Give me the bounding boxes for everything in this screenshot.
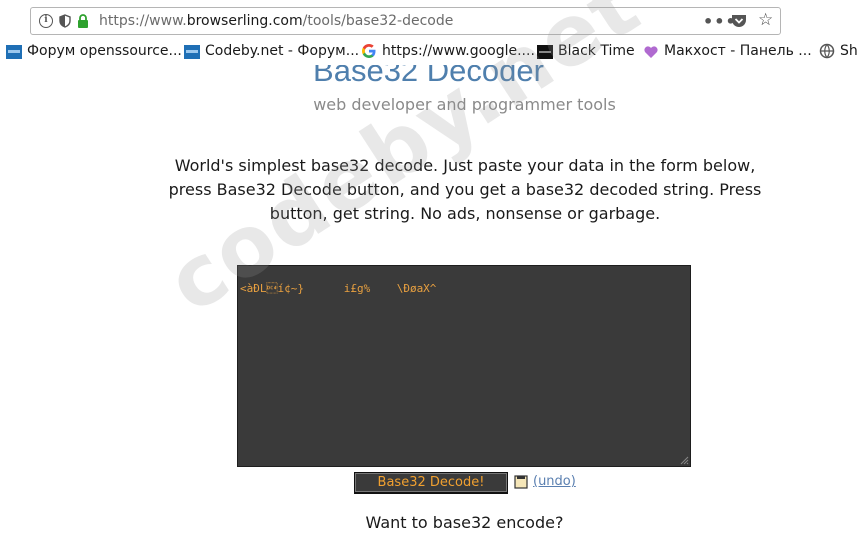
copy-to-clipboard-icon[interactable] [514, 475, 528, 489]
bookmark-codeby-forum[interactable]: Codeby.net - Форум... [184, 42, 360, 60]
encode-heading: Want to base32 encode? [365, 513, 564, 532]
shield-icon[interactable] [58, 14, 72, 28]
bookmark-label: Макхост - Панель ... [664, 43, 812, 59]
url-path: /tools/base32-decode [302, 13, 454, 29]
tool-description: World's simplest base32 decode. Just pas… [168, 156, 762, 223]
bookmark-forum-opensource[interactable]: Форум openssource... [6, 42, 182, 60]
page-subtitle: web developer and programmer tools [313, 95, 616, 114]
textarea-content: <àÐLí¢~} i£g% \ÐøaX^ [240, 282, 437, 295]
bookmarks-toolbar: Форум openssource... Codeby.net - Форум.… [0, 40, 857, 62]
bookmark-label: Sh [840, 43, 857, 59]
bookmark-makhost[interactable]: Макхост - Панель ... [643, 42, 813, 60]
bookmark-star-icon[interactable]: ☆ [758, 10, 773, 30]
url-prefix: https://www. [99, 13, 187, 29]
blacktime-favicon [537, 45, 553, 59]
pocket-icon[interactable] [731, 14, 747, 28]
info-icon[interactable]: i [39, 14, 53, 28]
bookmark-label: https://www.google.... [382, 43, 535, 59]
bookmark-label: Black Time [558, 43, 635, 59]
bookmark-label: Форум openssource... [27, 43, 182, 59]
url-bar[interactable]: i https://www.browserling.com/tools/base… [30, 7, 781, 35]
base32-decode-button[interactable]: Base32 Decode! [354, 472, 508, 494]
bookmark-google[interactable]: https://www.google.... [361, 42, 535, 60]
bookmark-label: Codeby.net - Форум... [205, 43, 360, 59]
bookmark-sh[interactable]: Sh [819, 42, 857, 60]
google-g-icon [362, 44, 376, 58]
browser-toolbar: i https://www.browserling.com/tools/base… [0, 0, 857, 40]
globe-icon [819, 43, 835, 59]
url-domain: browserling.com [186, 13, 303, 29]
heart-favicon [644, 46, 658, 58]
codeby-favicon [6, 45, 22, 59]
lock-icon[interactable] [76, 14, 90, 28]
bookmark-black-time[interactable]: Black Time [537, 42, 637, 60]
undo-link[interactable]: (undo) [533, 474, 576, 489]
codeby-favicon [184, 45, 200, 59]
url-text[interactable]: https://www.browserling.com/tools/base32… [99, 13, 453, 29]
input-textarea[interactable]: <àÐLí¢~} i£g% \ÐøaX^ [237, 265, 691, 467]
resize-handle-icon[interactable] [679, 455, 689, 465]
